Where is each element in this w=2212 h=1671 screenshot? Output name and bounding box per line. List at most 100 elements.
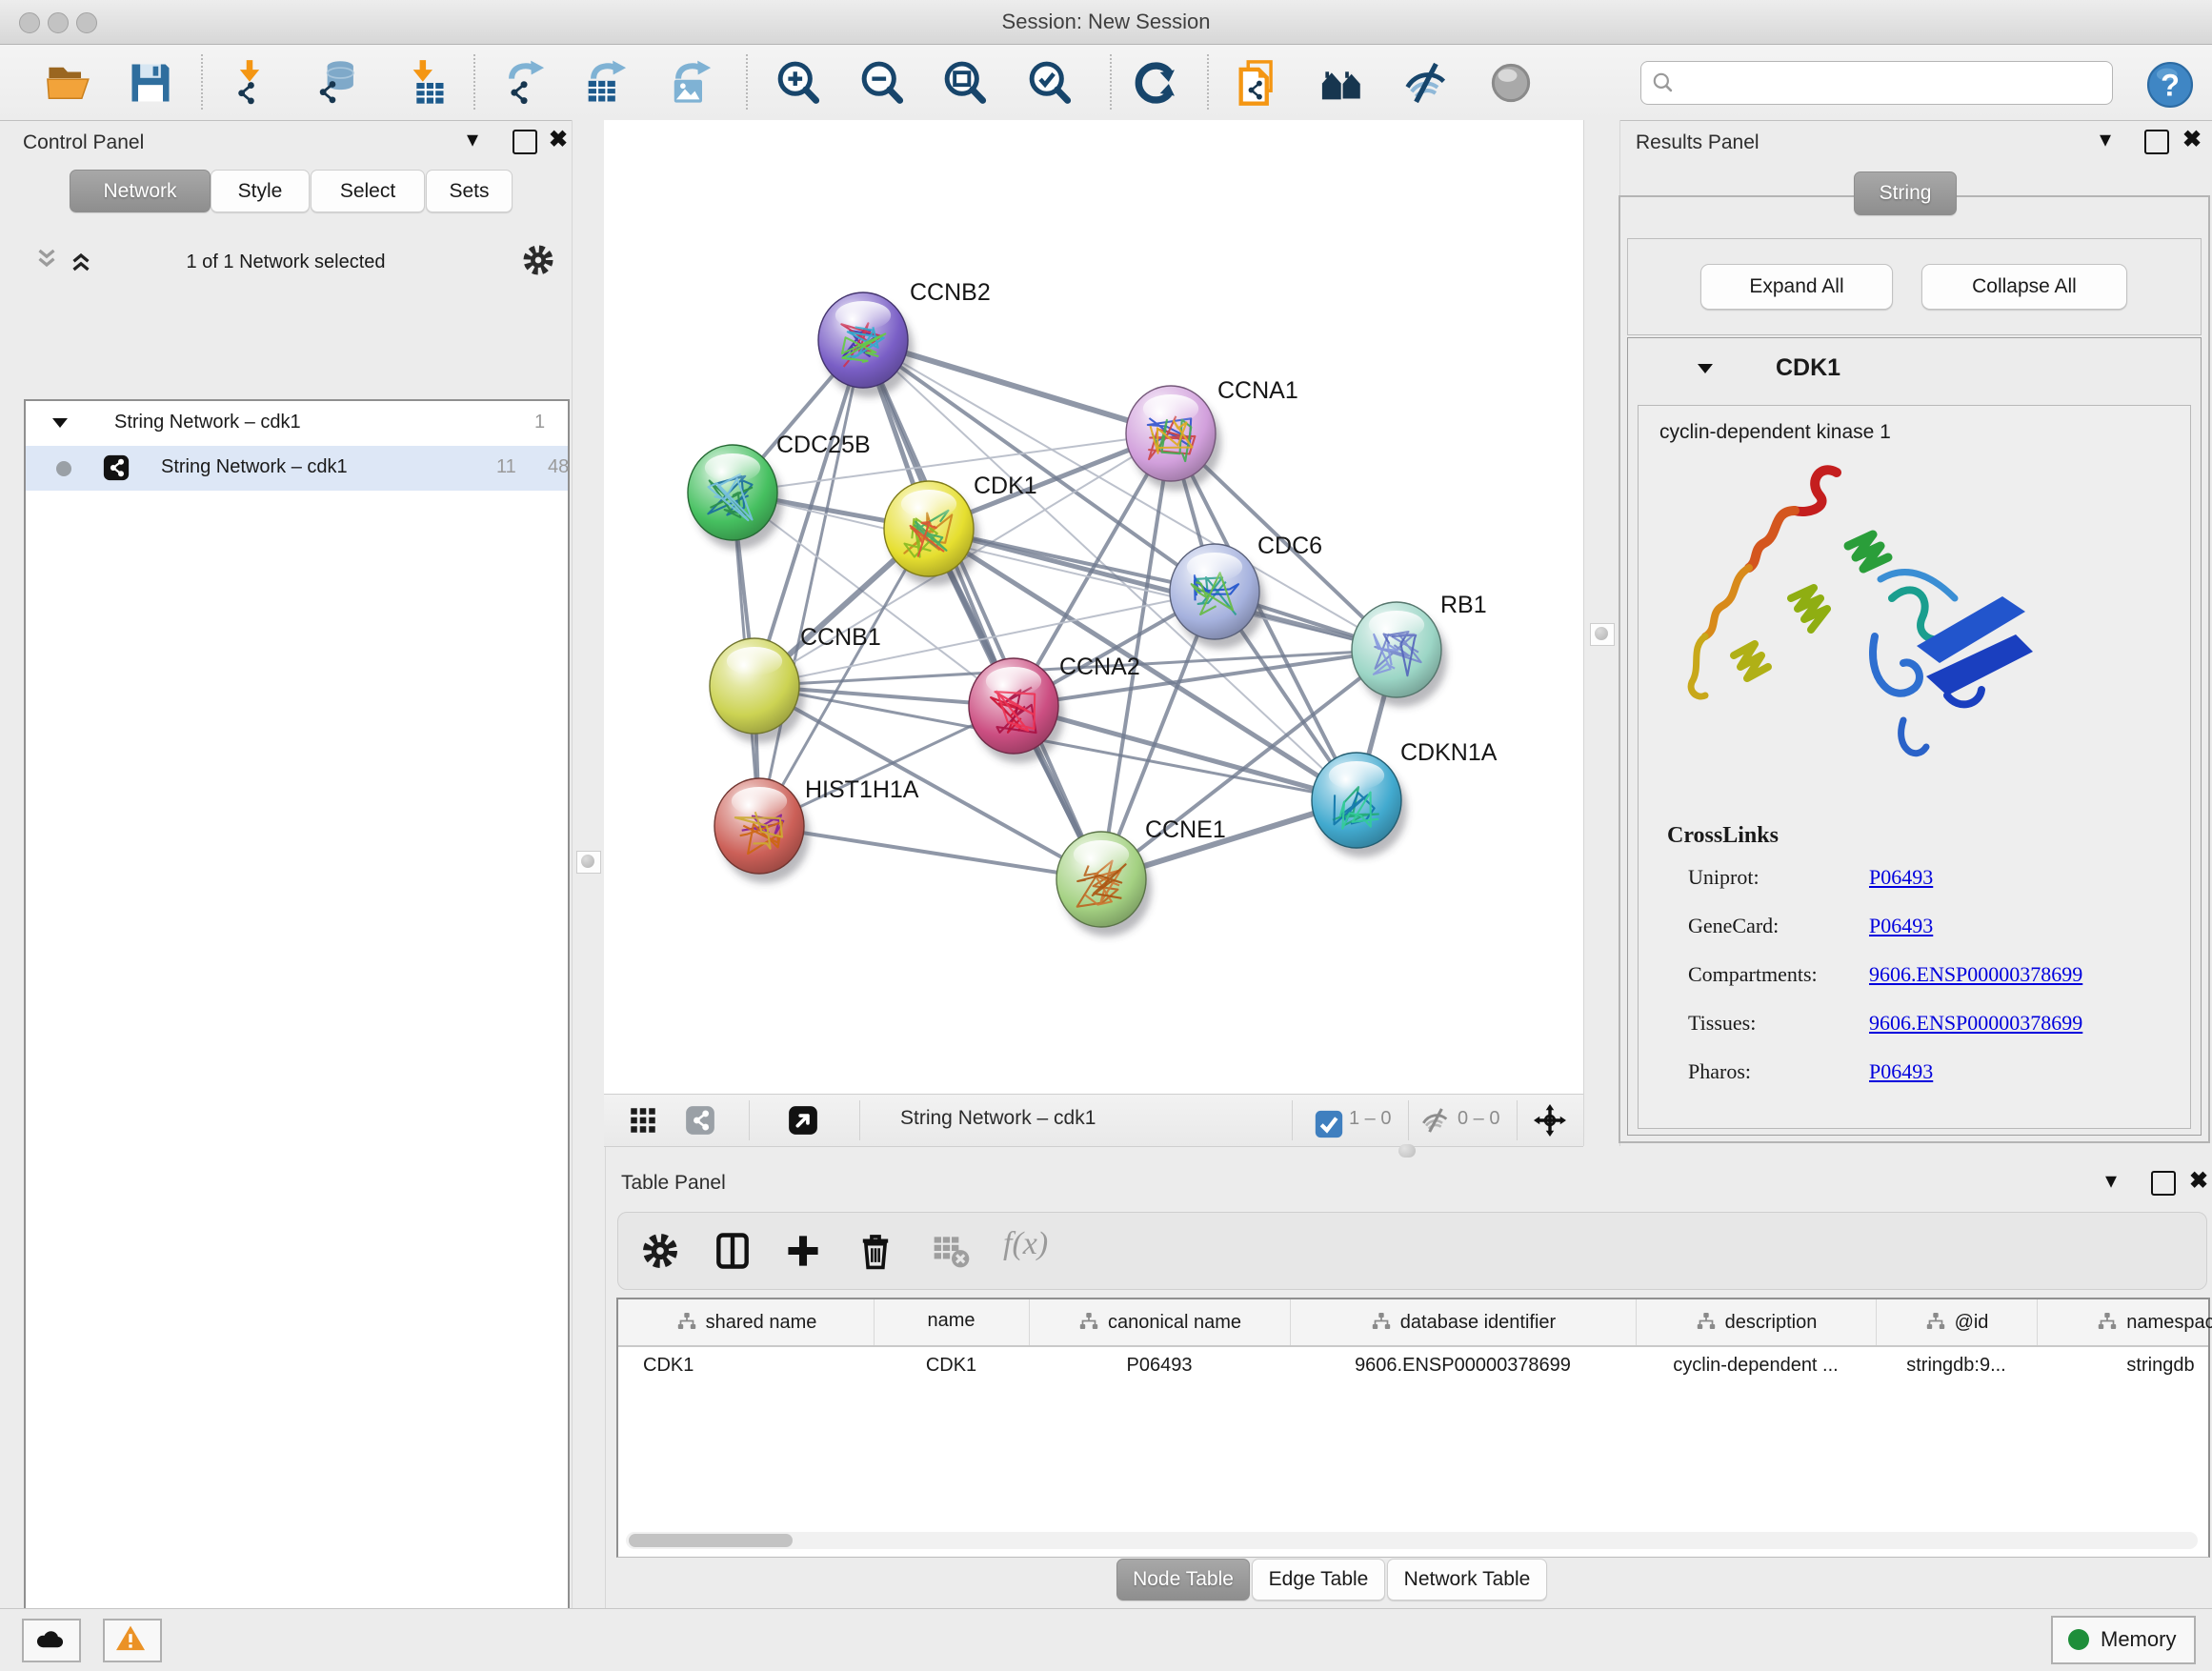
column-header-canonical-name[interactable]: canonical name	[1029, 1299, 1291, 1345]
tab-edge-table[interactable]: Edge Table	[1252, 1559, 1385, 1601]
tab-network[interactable]: Network	[70, 170, 211, 212]
import-network-from-file-icon[interactable]	[225, 58, 274, 108]
node-CDK1[interactable]	[884, 481, 979, 586]
import-table-from-file-icon[interactable]	[400, 58, 450, 108]
crosslink-link[interactable]: P06493	[1869, 914, 1933, 937]
tab-select[interactable]: Select	[311, 170, 425, 212]
show-column-icon[interactable]	[712, 1230, 754, 1272]
table-cell[interactable]: 9606.ENSP00000378699	[1290, 1345, 1636, 1385]
edge-CDK1-RB1[interactable]	[929, 529, 1397, 650]
zoom-in-icon[interactable]	[774, 58, 823, 108]
control-panel-collapse-icon[interactable]: ▾	[467, 128, 478, 152]
table-splitter-handle[interactable]	[1398, 1144, 1416, 1158]
node-CDKN1A[interactable]	[1312, 753, 1407, 857]
crosslink-link[interactable]: 9606.ENSP00000378699	[1869, 962, 2082, 986]
node-CCNE1[interactable]	[1056, 832, 1152, 936]
table-cell[interactable]: P06493	[1029, 1345, 1290, 1385]
export-table-icon[interactable]	[580, 58, 630, 108]
cloud-status-button[interactable]	[22, 1619, 81, 1662]
save-session-icon[interactable]	[126, 58, 175, 108]
zoom-selected-icon[interactable]	[1025, 58, 1075, 108]
grid-view-icon[interactable]	[627, 1104, 659, 1137]
export-network-icon[interactable]	[498, 58, 548, 108]
export-image-icon[interactable]	[665, 58, 714, 108]
fit-selected-crosshair-icon[interactable]	[1534, 1104, 1566, 1137]
column-header-name[interactable]: name	[874, 1299, 1030, 1345]
node-CDC25B[interactable]	[688, 445, 783, 550]
right-splitter-handle[interactable]	[1590, 623, 1615, 646]
results-panel-float-icon[interactable]	[2144, 130, 2169, 154]
network-options-gear-icon[interactable]	[520, 242, 556, 283]
collapse-all-button[interactable]: Collapse All	[1921, 264, 2127, 310]
warning-status-button[interactable]	[103, 1619, 162, 1662]
network-collection-row[interactable]: String Network – cdk1 1	[26, 401, 568, 446]
table-cell[interactable]: cyclin-dependent ...	[1636, 1345, 1876, 1385]
memory-button[interactable]: Memory	[2051, 1616, 2196, 1664]
collapse-all-nodes-icon[interactable]	[32, 246, 61, 279]
crosslink-link[interactable]: P06493	[1869, 865, 1933, 889]
node-CDC6[interactable]	[1170, 544, 1265, 649]
table-panel-close-icon[interactable]: ✖	[2189, 1169, 2208, 1194]
node-CCNA1[interactable]	[1126, 386, 1221, 491]
table-settings-gear-icon[interactable]	[639, 1230, 681, 1272]
column-header-shared-name[interactable]: shared name	[618, 1299, 875, 1345]
tree-expand-icon[interactable]	[50, 414, 70, 436]
edge-CCNB2-HIST1H1A[interactable]	[759, 340, 863, 826]
refresh-view-icon[interactable]	[1131, 58, 1180, 108]
network-share-icon[interactable]	[684, 1104, 716, 1137]
entry-collapse-icon[interactable]	[1695, 361, 1716, 381]
network-canvas[interactable]: CCNB2CCNA1CDC25BCDK1CDC6RB1CCNB1CCNA2CDK…	[604, 120, 1583, 1094]
right-splitter[interactable]	[1583, 120, 1620, 1146]
table-panel-float-icon[interactable]	[2151, 1171, 2176, 1196]
import-network-from-database-icon[interactable]	[312, 58, 362, 108]
network-row-selected[interactable]: String Network – cdk1 11 48	[26, 446, 568, 491]
table-cell[interactable]: stringdb	[2037, 1345, 2212, 1385]
zoom-out-icon[interactable]	[857, 58, 907, 108]
column-header-description[interactable]: description	[1636, 1299, 1877, 1345]
table-scrollbar-thumb[interactable]	[629, 1534, 793, 1547]
tab-node-table[interactable]: Node Table	[1116, 1559, 1250, 1601]
search-input[interactable]	[1683, 64, 2106, 100]
expand-all-button[interactable]: Expand All	[1700, 264, 1893, 310]
selected-checkbox-icon[interactable]	[1313, 1108, 1337, 1140]
node-CCNA2[interactable]	[969, 658, 1064, 763]
result-entry-header[interactable]: CDK1	[1628, 338, 2201, 401]
table-cell[interactable]: CDK1	[874, 1345, 1029, 1385]
tab-style[interactable]: Style	[211, 170, 310, 212]
zoom-fit-content-icon[interactable]	[940, 58, 990, 108]
node-HIST1H1A[interactable]	[714, 778, 810, 883]
string-home-icon[interactable]	[1318, 58, 1368, 108]
column-header-namespace[interactable]: namespace	[2037, 1299, 2212, 1345]
birds-eye-view-icon[interactable]	[787, 1104, 819, 1137]
tab-network-table[interactable]: Network Table	[1387, 1559, 1547, 1601]
left-splitter-handle[interactable]	[576, 851, 601, 874]
delete-column-trash-icon[interactable]	[855, 1230, 896, 1272]
table-horizontal-scrollbar[interactable]	[626, 1532, 2198, 1549]
expand-all-nodes-icon[interactable]	[67, 246, 95, 279]
table-panel-collapse-icon[interactable]: ▾	[2105, 1169, 2117, 1194]
control-panel-close-icon[interactable]: ✖	[549, 128, 568, 152]
control-panel-float-icon[interactable]	[513, 130, 537, 154]
tab-sets[interactable]: Sets	[426, 170, 513, 212]
show-all-icon[interactable]	[1486, 58, 1536, 108]
hidden-eye-slash-icon[interactable]	[1419, 1104, 1452, 1137]
crosslink-link[interactable]: 9606.ENSP00000378699	[1869, 1011, 2082, 1035]
results-panel-collapse-icon[interactable]: ▾	[2100, 128, 2111, 152]
create-column-plus-icon[interactable]	[782, 1230, 824, 1272]
column-header-database-identifier[interactable]: database identifier	[1290, 1299, 1637, 1345]
node-CCNB2[interactable]	[818, 292, 914, 397]
table-cell[interactable]: CDK1	[618, 1345, 874, 1385]
left-splitter[interactable]	[572, 120, 606, 1608]
tab-string[interactable]: String	[1854, 171, 1957, 215]
session-snapshot-icon[interactable]	[1233, 58, 1282, 108]
node-RB1[interactable]	[1352, 602, 1447, 707]
table-panel-splitter[interactable]	[604, 1146, 2206, 1158]
column-header-@id[interactable]: @id	[1876, 1299, 2038, 1345]
results-panel-close-icon[interactable]: ✖	[2182, 128, 2202, 152]
help-icon[interactable]: ?	[2145, 60, 2195, 110]
function-builder-icon[interactable]: f(x)	[1003, 1226, 1045, 1268]
delete-table-icon[interactable]	[931, 1230, 973, 1272]
open-session-icon[interactable]	[44, 58, 93, 108]
hide-unselected-icon[interactable]	[1401, 58, 1451, 108]
crosslink-link[interactable]: P06493	[1869, 1059, 1933, 1083]
